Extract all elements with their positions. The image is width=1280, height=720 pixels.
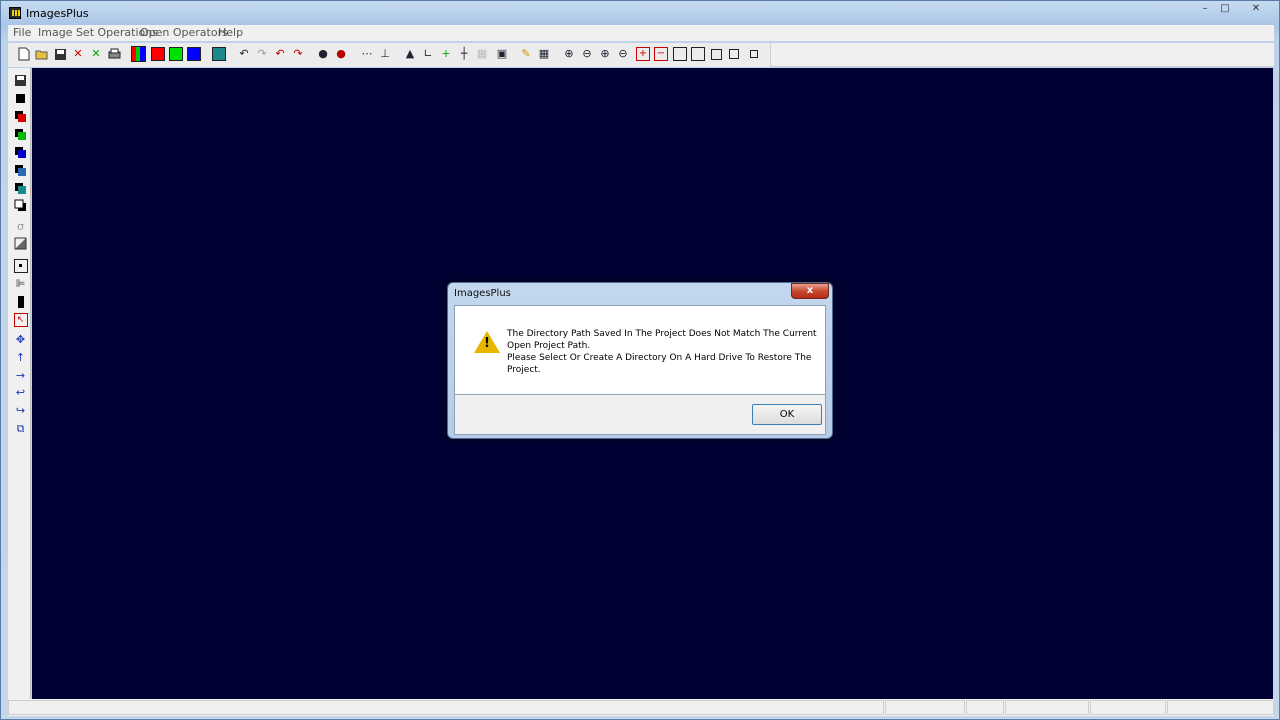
- blue-layer-icon[interactable]: [13, 145, 28, 160]
- dialog-body: ! The Directory Path Saved In The Projec…: [454, 305, 826, 395]
- cyan-layer-icon[interactable]: [13, 163, 28, 178]
- dialog-message: The Directory Path Saved In The Project …: [507, 328, 817, 376]
- status-bar: [8, 699, 1274, 716]
- zoom-out-icon[interactable]: ⊖: [579, 46, 595, 62]
- menu-file[interactable]: File: [13, 26, 31, 39]
- dialog-message-line: Please Select Or Create A Directory On A…: [507, 353, 812, 363]
- undo-icon[interactable]: ↶: [236, 46, 252, 62]
- print-icon[interactable]: [106, 46, 122, 62]
- frame-1-icon[interactable]: [672, 46, 688, 62]
- pencil-icon[interactable]: ✎: [518, 46, 534, 62]
- dialog-footer: OK: [454, 395, 826, 435]
- menu-help[interactable]: Help: [218, 26, 243, 39]
- mark-point-icon[interactable]: ●: [315, 46, 331, 62]
- network-icon[interactable]: ⊥: [377, 46, 393, 62]
- save-icon[interactable]: [13, 73, 28, 88]
- menu-open-operators[interactable]: Open Operators: [140, 26, 228, 39]
- lasso-icon[interactable]: σ: [13, 219, 28, 234]
- maximize-button[interactable]: □: [1213, 3, 1237, 16]
- redo-icon[interactable]: ↷: [254, 46, 270, 62]
- move-icon[interactable]: ✥: [13, 332, 28, 347]
- green-layer-icon[interactable]: [13, 127, 28, 142]
- arrow-up-icon[interactable]: ↑: [13, 350, 28, 365]
- rotate-right-icon[interactable]: ↪: [13, 403, 28, 418]
- redo-all-icon[interactable]: ↷: [290, 46, 306, 62]
- undo-all-icon[interactable]: ↶: [272, 46, 288, 62]
- status-cell-main: [8, 700, 884, 715]
- frame-5-icon[interactable]: [746, 46, 762, 62]
- frame-2-icon[interactable]: [690, 46, 706, 62]
- grid-select-icon[interactable]: ▦: [536, 46, 552, 62]
- red-layer-icon[interactable]: [13, 109, 28, 124]
- dialog-message-line: Project.: [507, 365, 541, 375]
- histogram-icon[interactable]: ▲: [402, 46, 418, 62]
- status-cell-5: [1167, 700, 1274, 715]
- dotted-line-icon[interactable]: ⋯: [359, 46, 375, 62]
- frame-3-icon[interactable]: [708, 46, 724, 62]
- close-icon[interactable]: ✕: [70, 46, 86, 62]
- rgb-channels-icon[interactable]: [131, 46, 147, 62]
- crosshair-add-icon[interactable]: +: [438, 46, 454, 62]
- message-dialog: ImagesPlus x ! The Directory Path Saved …: [447, 282, 833, 439]
- rotate-left-icon[interactable]: ↩: [13, 385, 28, 400]
- copy-icon[interactable]: ⧉: [13, 421, 28, 436]
- mark-point-red-icon[interactable]: ●: [333, 46, 349, 62]
- side-toolbar: σ ⊫ ↖ ✥ ↑ → ↩ ↪ ⧉: [8, 68, 31, 699]
- zoom-in-icon[interactable]: ⊕: [561, 46, 577, 62]
- gradient-icon[interactable]: [13, 236, 28, 251]
- close-window-button[interactable]: ✕: [1243, 3, 1269, 16]
- window-title: ImagesPlus: [26, 7, 89, 20]
- add-icon[interactable]: +: [635, 46, 651, 62]
- status-cell-3: [1005, 700, 1089, 715]
- blue-channel-icon[interactable]: [186, 46, 202, 62]
- cancel-icon[interactable]: ✕: [88, 46, 104, 62]
- align-icon[interactable]: ⊫: [13, 276, 28, 291]
- open-folder-icon[interactable]: [34, 46, 50, 62]
- graph-icon[interactable]: ∟: [420, 46, 436, 62]
- dialog-message-line: The Directory Path Saved In The Project …: [507, 329, 817, 339]
- title-bar[interactable]: ImagesPlus – □ ✕: [1, 1, 1279, 23]
- frame-4-icon[interactable]: [726, 46, 742, 62]
- status-cell-1: [885, 700, 965, 715]
- new-file-icon[interactable]: [16, 46, 32, 62]
- grid-icon[interactable]: [211, 46, 227, 62]
- zoom-reset-icon[interactable]: ⊖: [615, 46, 631, 62]
- warning-mark: !: [484, 336, 490, 351]
- center-point-icon[interactable]: [13, 258, 28, 273]
- status-cell-4: [1090, 700, 1166, 715]
- table-icon[interactable]: ▦: [474, 46, 490, 62]
- teal-layer-icon[interactable]: [13, 181, 28, 196]
- status-cell-2: [966, 700, 1004, 715]
- dialog-message-line: Open Project Path.: [507, 341, 591, 351]
- main-toolbar: ✕ ✕ ↶ ↷ ↶ ↷ ● ● ⋯ ⊥ ▲ ∟ + ┼ ▦ ▣ ✎ ▦ ⊕ ⊖ …: [8, 43, 1274, 67]
- black-bar-icon[interactable]: [13, 294, 28, 309]
- red-channel-icon[interactable]: [150, 46, 166, 62]
- menu-bar: File Image Set Operations Open Operators…: [8, 25, 1274, 41]
- cursor-select-icon[interactable]: ↖: [13, 312, 28, 327]
- picture-icon[interactable]: ▣: [494, 46, 510, 62]
- black-square-icon[interactable]: [13, 91, 28, 106]
- ok-button[interactable]: OK: [752, 404, 822, 425]
- app-icon: [9, 7, 21, 19]
- save-icon[interactable]: [52, 46, 68, 62]
- remove-icon[interactable]: −: [653, 46, 669, 62]
- white-layer-icon[interactable]: [13, 198, 28, 213]
- dialog-title: ImagesPlus: [454, 288, 511, 299]
- crosshair-icon[interactable]: ┼: [456, 46, 472, 62]
- arrow-right-icon[interactable]: →: [13, 368, 28, 383]
- dialog-close-button[interactable]: x: [791, 283, 829, 299]
- zoom-fit-icon[interactable]: ⊕: [597, 46, 613, 62]
- green-channel-icon[interactable]: [168, 46, 184, 62]
